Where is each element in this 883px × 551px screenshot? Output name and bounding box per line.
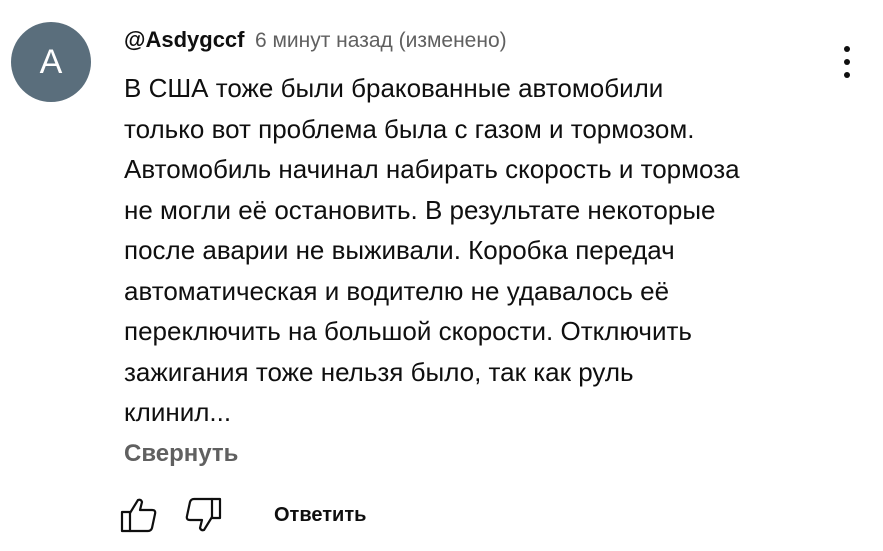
comment-text-line: после аварии не выживали. Коробка переда…: [124, 235, 675, 265]
more-actions-button[interactable]: [832, 42, 862, 82]
more-vert-icon-dot: [844, 72, 850, 78]
collapse-button[interactable]: Свернуть: [124, 437, 238, 471]
comment-text-line: зажигания тоже нельзя было, так как руль: [124, 356, 634, 387]
thumbs-down-icon: [185, 497, 222, 532]
comment-timestamp[interactable]: 6 минут назад (изменено): [255, 29, 507, 52]
comment-text-line: автоматическая и водителю не удавалось е…: [124, 275, 670, 306]
avatar-letter: A: [39, 43, 63, 81]
reply-button[interactable]: Ответить: [274, 492, 366, 538]
comment-actions: Ответить: [116, 492, 366, 538]
author-name[interactable]: @Asdygccf: [124, 27, 244, 52]
comment-text-line: клинил...: [124, 397, 232, 427]
comment-text-line: В США тоже были бракованные автомобили: [124, 73, 664, 103]
comment-text-line: не могли её остановить. В результате нек…: [124, 194, 716, 225]
dislike-button[interactable]: [180, 492, 226, 538]
like-button[interactable]: [116, 492, 162, 538]
comment-text-line: только вот проблема была с газом и тормо…: [124, 113, 695, 144]
comment-text-line: Автомобиль начинал набирать скорость и т…: [124, 154, 740, 184]
more-vert-icon: [844, 46, 850, 52]
more-vert-icon-dot: [844, 59, 850, 65]
comment-text: В США тоже были бракованные автомобили т…: [124, 68, 824, 433]
comment-text-line: переключить на большой скорости. Отключи…: [124, 316, 692, 346]
comment-header: @Asdygccf 6 минут назад (изменено): [124, 26, 507, 57]
thumbs-up-icon: [120, 498, 157, 533]
avatar[interactable]: A: [11, 22, 91, 102]
